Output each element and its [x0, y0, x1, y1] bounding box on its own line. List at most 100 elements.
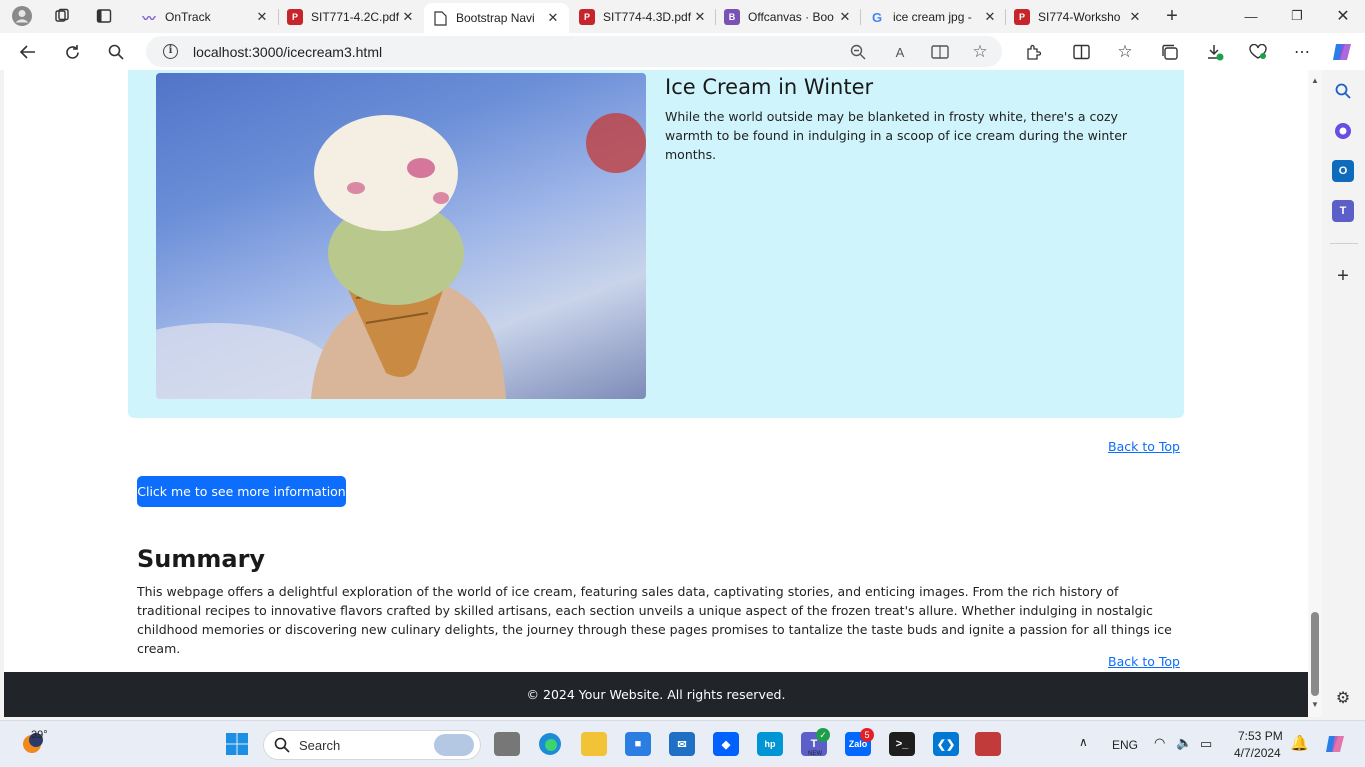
- mail-icon[interactable]: ✉: [669, 732, 695, 756]
- close-tab-icon[interactable]: ✕: [545, 10, 561, 26]
- windows-taskbar: 39° Search ■ ✉ ◆ hp T ✓ NEW Zalo 5 >_ ❮❯…: [0, 720, 1365, 767]
- tab-title: Bootstrap Navi: [456, 11, 535, 25]
- close-tab-icon[interactable]: ✕: [1127, 9, 1143, 25]
- winter-section: Ice Cream in Winter While the world outs…: [128, 70, 1184, 418]
- minimize-icon[interactable]: —: [1228, 0, 1274, 32]
- tab-ontrack[interactable]: 〰 OnTrack ✕: [133, 3, 278, 31]
- tab-strip: 〰 OnTrack ✕ P SIT771-4.2C.pdf ✕ Bootstra…: [0, 0, 1365, 33]
- favorites-icon[interactable]: ☆: [1111, 39, 1139, 65]
- pdf-icon: P: [579, 9, 595, 25]
- scroll-down-icon[interactable]: ▼: [1310, 700, 1320, 710]
- tab-actions-icon[interactable]: [92, 5, 116, 27]
- start-icon[interactable]: [224, 732, 250, 756]
- section-text: While the world outside may be blanketed…: [665, 109, 1128, 162]
- performance-icon[interactable]: [1244, 39, 1272, 65]
- site-info-icon[interactable]: i: [163, 44, 178, 59]
- tab-offcanvas[interactable]: B Offcanvas · Boo ✕: [716, 3, 861, 31]
- page-icon: [432, 10, 448, 26]
- read-aloud-icon[interactable]: A: [890, 42, 910, 62]
- url-text: localhost:3000/icecream3.html: [193, 44, 383, 60]
- more-information-button[interactable]: Click me to see more information: [137, 476, 346, 507]
- search-placeholder: Search: [299, 738, 341, 753]
- search-highlight-icon: [434, 734, 474, 756]
- zalo-notification-badge: 5: [860, 728, 874, 742]
- dropbox-icon[interactable]: ◆: [713, 732, 739, 756]
- add-sidebar-app-icon[interactable]: +: [1332, 265, 1354, 287]
- tab-title: ice cream jpg -: [893, 10, 972, 24]
- close-tab-icon[interactable]: ✕: [400, 9, 416, 25]
- teams-icon[interactable]: T: [1332, 200, 1354, 222]
- tab-google-search[interactable]: G ice cream jpg - ✕: [861, 3, 1006, 31]
- teams-check-badge: ✓: [816, 728, 830, 742]
- tab-bootstrap-navi[interactable]: Bootstrap Navi ✕: [424, 3, 569, 33]
- close-tab-icon[interactable]: ✕: [837, 9, 853, 25]
- collections-icon[interactable]: [1156, 39, 1184, 65]
- downloads-icon[interactable]: [1201, 39, 1229, 65]
- scroll-thumb[interactable]: [1311, 612, 1319, 696]
- app-icon[interactable]: [975, 732, 1001, 756]
- microsoft-store-icon[interactable]: ■: [625, 732, 651, 756]
- show-hidden-icons-icon[interactable]: ∧: [1079, 735, 1088, 749]
- summary-heading: Summary: [137, 545, 266, 573]
- tab-title: OnTrack: [165, 10, 211, 24]
- close-tab-icon[interactable]: ✕: [254, 9, 270, 25]
- terminal-icon[interactable]: >_: [889, 732, 915, 756]
- back-to-top-link[interactable]: Back to Top: [1108, 439, 1180, 454]
- extensions-icon[interactable]: [1019, 39, 1047, 65]
- task-view-icon[interactable]: [494, 732, 520, 756]
- profile-icon[interactable]: [10, 5, 34, 27]
- workspaces-icon[interactable]: [50, 5, 74, 27]
- refresh-icon[interactable]: [58, 39, 86, 65]
- address-field[interactable]: i localhost:3000/icecream3.html A ☆: [146, 36, 1002, 67]
- notification-bell-icon[interactable]: 🔔: [1290, 734, 1309, 752]
- teams-new-badge: NEW: [808, 751, 822, 757]
- zoom-icon[interactable]: [848, 42, 868, 62]
- sidebar-search-icon[interactable]: [1332, 80, 1354, 102]
- weather-temp: 39°: [31, 729, 48, 741]
- battery-icon[interactable]: ▭: [1200, 736, 1212, 752]
- scroll-up-icon[interactable]: ▲: [1310, 76, 1320, 86]
- volume-icon[interactable]: 🔈: [1176, 735, 1192, 751]
- tab-title: SIT774-4.3D.pdf: [603, 10, 692, 24]
- edge-icon[interactable]: [537, 732, 563, 756]
- page-viewport: Ice Cream in Winter While the world outs…: [4, 70, 1308, 717]
- close-window-icon[interactable]: ✕: [1320, 0, 1365, 32]
- sidebar-copilot-icon[interactable]: [1332, 120, 1354, 142]
- back-icon[interactable]: [14, 39, 42, 65]
- footer-text: © 2024 Your Website. All rights reserved…: [526, 687, 786, 702]
- tab-title: Offcanvas · Boo: [748, 10, 834, 24]
- page-scrollbar[interactable]: ▲ ▼: [1308, 70, 1322, 717]
- new-tab-icon[interactable]: +: [1160, 5, 1184, 27]
- clock-time[interactable]: 7:53 PM: [1238, 729, 1283, 743]
- tab-sit774-pdf[interactable]: P SIT774-4.3D.pdf ✕: [571, 3, 716, 31]
- immersive-reader-icon[interactable]: [930, 42, 950, 62]
- edge-sidebar: O T + ⚙: [1322, 70, 1365, 717]
- copilot-taskbar-icon[interactable]: [1322, 732, 1348, 756]
- more-options-icon[interactable]: ⋯: [1288, 39, 1316, 65]
- tab-title: SI774-Worksho: [1038, 10, 1121, 24]
- address-bar-row: i localhost:3000/icecream3.html A ☆ ☆ ⋯: [0, 33, 1365, 70]
- outlook-icon[interactable]: O: [1332, 160, 1354, 182]
- bootstrap-icon: B: [724, 9, 740, 25]
- file-explorer-icon[interactable]: [581, 732, 607, 756]
- copilot-icon[interactable]: [1328, 39, 1356, 65]
- wifi-icon[interactable]: ◠: [1154, 735, 1165, 751]
- close-tab-icon[interactable]: ✕: [982, 9, 998, 25]
- myhp-icon[interactable]: hp: [757, 732, 783, 756]
- back-to-top-link[interactable]: Back to Top: [1108, 654, 1180, 669]
- favorite-star-icon[interactable]: ☆: [970, 42, 990, 62]
- split-screen-icon[interactable]: [1067, 39, 1095, 65]
- vscode-icon[interactable]: ❮❯: [933, 732, 959, 756]
- language-indicator[interactable]: ENG: [1112, 738, 1138, 752]
- ontrack-icon: 〰: [142, 10, 156, 26]
- restore-icon[interactable]: ❐: [1274, 0, 1320, 32]
- search-icon[interactable]: [102, 39, 130, 65]
- taskbar-search-input[interactable]: Search: [263, 730, 481, 760]
- close-tab-icon[interactable]: ✕: [692, 9, 708, 25]
- tab-sit771-pdf[interactable]: P SIT771-4.2C.pdf ✕: [279, 3, 424, 31]
- clock-date[interactable]: 4/7/2024: [1234, 746, 1281, 760]
- sidebar-settings-icon[interactable]: ⚙: [1332, 687, 1354, 709]
- pdf-icon: P: [287, 9, 303, 25]
- tab-si774-workshop[interactable]: P SI774-Worksho ✕: [1006, 3, 1151, 31]
- pdf-icon: P: [1014, 9, 1030, 25]
